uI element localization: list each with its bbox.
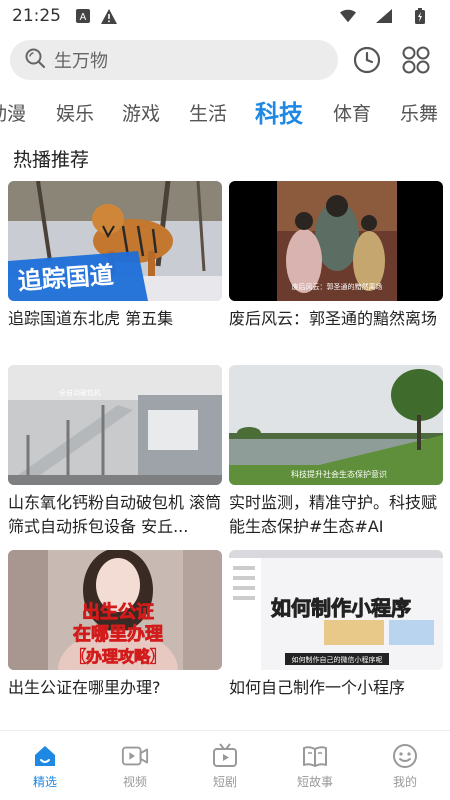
nav-label: 短剧 bbox=[212, 774, 237, 789]
tv-icon bbox=[211, 742, 239, 770]
video-thumbnail[interactable]: 全自动破包机 bbox=[8, 365, 222, 485]
app-a-icon: A bbox=[75, 8, 91, 24]
search-row: 生万物 bbox=[10, 40, 440, 80]
nav-label: 我的 bbox=[392, 774, 417, 789]
video-thumbnail[interactable]: 如何制作小程序 如何制作自己的微信小程序呢 bbox=[229, 550, 443, 670]
status-time: 21:25 bbox=[12, 6, 61, 26]
video-title[interactable]: 出生公证在哪里办理? bbox=[8, 676, 222, 700]
category-tabs: 动漫 娱乐 游戏 生活 科技 体育 乐舞 bbox=[0, 94, 450, 134]
thumb-caption: 科技提升社会生态保护意识 bbox=[291, 469, 387, 479]
video-card[interactable]: 废后风云：郭圣通的黯然离场 废后风云：郭圣通的黯然离场 bbox=[229, 181, 443, 331]
search-placeholder: 生万物 bbox=[54, 51, 108, 72]
nav-video[interactable]: 视频 bbox=[90, 731, 180, 800]
video-title[interactable]: 废后风云：郭圣通的黯然离场 bbox=[229, 307, 443, 331]
nav-label: 精选 bbox=[32, 774, 57, 789]
signal-icon bbox=[376, 8, 392, 24]
video-thumbnail[interactable]: 科技提升社会生态保护意识 bbox=[229, 365, 443, 485]
nav-profile[interactable]: 我的 bbox=[360, 731, 450, 800]
book-icon bbox=[301, 742, 329, 770]
tab-music-dance[interactable]: 乐舞 bbox=[400, 94, 438, 134]
nav-label: 短故事 bbox=[296, 774, 333, 789]
video-thumbnail[interactable]: 追踪国道 bbox=[8, 181, 222, 301]
video-card[interactable]: 如何制作小程序 如何制作自己的微信小程序呢 如何自己制作一个小程序 bbox=[229, 550, 443, 700]
status-bar: 21:25 A bbox=[0, 0, 450, 32]
nav-short-story[interactable]: 短故事 bbox=[270, 731, 360, 800]
tab-sports[interactable]: 体育 bbox=[333, 94, 371, 134]
thumb-overlay-line: 【办理攻略】 bbox=[70, 647, 166, 666]
video-card[interactable]: 追踪国道 追踪国道东北虎 第五集 bbox=[8, 181, 222, 331]
home-icon bbox=[31, 742, 59, 770]
thumb-caption: 全自动破包机 bbox=[59, 388, 101, 397]
nav-label: 视频 bbox=[122, 774, 147, 789]
wifi-icon bbox=[340, 8, 356, 24]
video-icon bbox=[121, 742, 149, 770]
thumb-caption: 如何制作自己的微信小程序呢 bbox=[292, 655, 383, 664]
smile-icon bbox=[391, 742, 419, 770]
tab-anime[interactable]: 动漫 bbox=[0, 94, 26, 134]
thumb-overlay-line: 在哪里办理 bbox=[73, 623, 163, 645]
apps-grid-icon[interactable] bbox=[401, 45, 431, 75]
svg-text:A: A bbox=[80, 12, 87, 23]
history-clock-icon[interactable] bbox=[352, 45, 382, 75]
video-title[interactable]: 实时监测，精准守护。科技赋能生态保护#生态#AI bbox=[229, 491, 443, 539]
tab-tech[interactable]: 科技 bbox=[255, 94, 303, 134]
section-title: 热播推荐 bbox=[13, 149, 90, 171]
tab-entertainment[interactable]: 娱乐 bbox=[56, 94, 94, 134]
nav-featured[interactable]: 精选 bbox=[0, 731, 90, 800]
search-input[interactable]: 生万物 bbox=[10, 40, 338, 80]
thumb-overlay-text: 如何制作小程序 bbox=[271, 596, 411, 620]
video-card[interactable]: 全自动破包机 山东氧化钙粉自动破包机 滚筒筛式自动拆包设备 安丘... bbox=[8, 365, 222, 539]
nav-short-drama[interactable]: 短剧 bbox=[180, 731, 270, 800]
thumb-overlay-line: 出生公证 bbox=[82, 601, 154, 623]
video-thumbnail[interactable]: 废后风云：郭圣通的黯然离场 bbox=[229, 181, 443, 301]
battery-icon bbox=[412, 8, 428, 24]
warning-icon bbox=[101, 8, 117, 24]
video-card[interactable]: 科技提升社会生态保护意识 实时监测，精准守护。科技赋能生态保护#生态#AI bbox=[229, 365, 443, 539]
video-title[interactable]: 山东氧化钙粉自动破包机 滚筒筛式自动拆包设备 安丘... bbox=[8, 491, 222, 539]
tab-games[interactable]: 游戏 bbox=[122, 94, 160, 134]
video-title[interactable]: 追踪国道东北虎 第五集 bbox=[8, 307, 222, 331]
video-thumbnail[interactable]: 出生公证 在哪里办理 【办理攻略】 bbox=[8, 550, 222, 670]
tab-life[interactable]: 生活 bbox=[189, 94, 227, 134]
thumb-caption: 废后风云：郭圣通的黯然离场 bbox=[292, 282, 383, 291]
video-card[interactable]: 出生公证 在哪里办理 【办理攻略】 出生公证在哪里办理? bbox=[8, 550, 222, 700]
search-icon bbox=[24, 47, 46, 73]
bottom-nav: 精选 视频 短剧 短故事 我的 bbox=[0, 730, 450, 800]
video-title[interactable]: 如何自己制作一个小程序 bbox=[229, 676, 443, 700]
